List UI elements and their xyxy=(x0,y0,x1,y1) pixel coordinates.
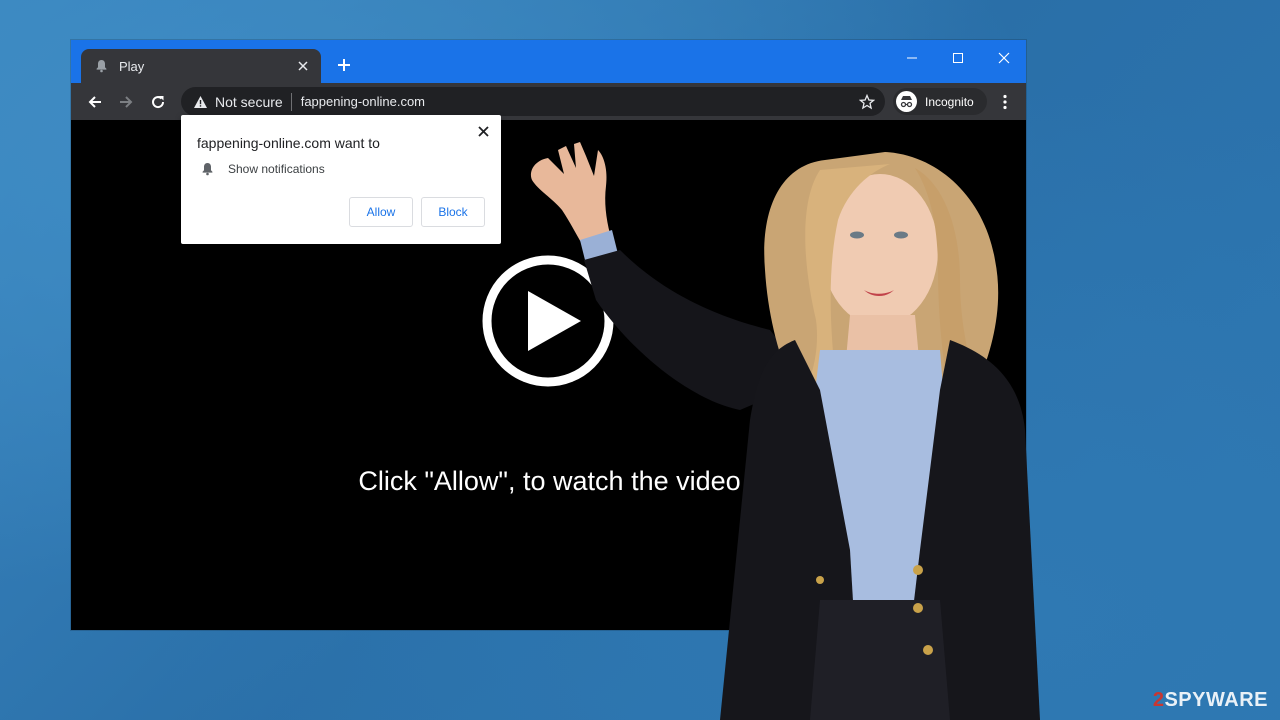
prompt-title: fappening-online.com want to xyxy=(197,135,380,151)
bell-icon xyxy=(93,58,109,74)
warning-icon[interactable] xyxy=(191,93,209,111)
woman-presenter-image xyxy=(530,142,1040,720)
address-bar[interactable]: Not secure fappening-online.com xyxy=(181,87,885,116)
reload-button[interactable] xyxy=(146,90,170,114)
close-icon xyxy=(998,52,1010,64)
divider xyxy=(290,92,292,111)
incognito-label: Incognito xyxy=(925,94,974,109)
security-status[interactable]: Not secure xyxy=(215,94,283,110)
watermark-logo: 2SPYWARE xyxy=(1153,689,1268,712)
tab-close-icon[interactable] xyxy=(295,58,311,74)
new-tab-button[interactable] xyxy=(333,54,355,76)
permission-row: Show notifications xyxy=(199,161,325,177)
browser-menu-button[interactable] xyxy=(995,90,1015,114)
arrow-left-icon xyxy=(88,96,101,108)
url-text[interactable]: fappening-online.com xyxy=(301,94,857,109)
allow-button[interactable]: Allow xyxy=(349,197,413,227)
watermark-text: SPYWARE xyxy=(1164,689,1268,711)
maximize-icon xyxy=(953,53,963,63)
bell-icon xyxy=(199,161,215,177)
plus-icon xyxy=(338,59,350,71)
tab-play[interactable]: Play xyxy=(81,49,321,83)
maximize-button[interactable] xyxy=(946,46,970,70)
watermark-prefix: 2 xyxy=(1152,689,1165,711)
close-icon[interactable] xyxy=(475,123,491,139)
tab-title: Play xyxy=(119,58,145,74)
title-bar: Play xyxy=(71,40,1026,83)
permission-label: Show notifications xyxy=(228,162,325,176)
notification-permission-prompt: fappening-online.com want to Show notifi… xyxy=(181,115,501,244)
star-icon[interactable] xyxy=(857,92,877,112)
minimize-icon xyxy=(907,57,917,59)
forward-button[interactable] xyxy=(114,90,138,114)
incognito-icon xyxy=(896,91,917,112)
kebab-menu-icon xyxy=(1003,94,1007,110)
incognito-profile-button[interactable]: Incognito xyxy=(893,88,987,115)
block-button[interactable]: Block xyxy=(421,197,485,227)
back-button[interactable] xyxy=(83,90,107,114)
reload-icon xyxy=(152,96,165,109)
close-window-button[interactable] xyxy=(992,46,1016,70)
minimize-button[interactable] xyxy=(900,46,924,70)
arrow-right-icon xyxy=(120,96,133,108)
